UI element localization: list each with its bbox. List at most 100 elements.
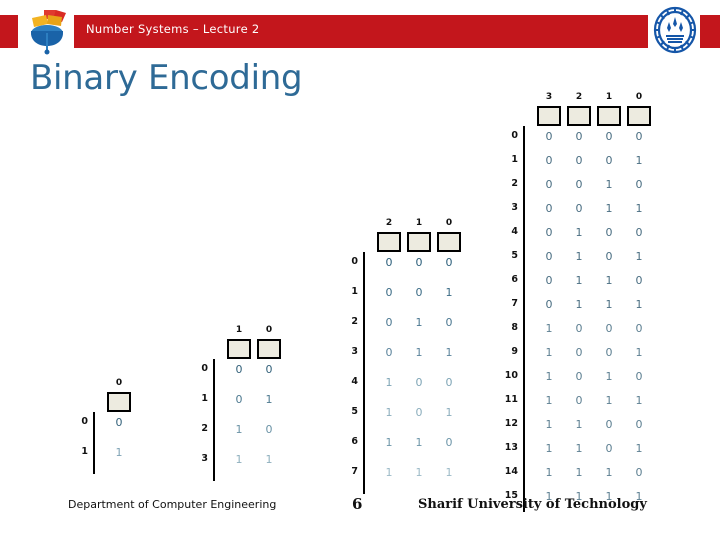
bit-position-label: 2 [575, 92, 583, 102]
bit-value: 1 [575, 418, 583, 431]
bit-value: 0 [575, 130, 583, 143]
bit-position-label: 0 [635, 92, 643, 102]
bit-value: 1 [445, 406, 453, 419]
bit-value: 0 [385, 256, 393, 269]
bit-box[interactable] [437, 232, 461, 252]
bit-value: 0 [445, 316, 453, 329]
row-decimal-index: 1 [351, 286, 358, 297]
bit-value: 1 [115, 446, 123, 459]
bit-value: 1 [545, 370, 553, 383]
bit-value: 1 [605, 178, 613, 191]
bit-value: 1 [385, 406, 393, 419]
bit-value: 1 [545, 418, 553, 431]
bit-value: 1 [605, 298, 613, 311]
bit-value: 0 [635, 226, 643, 239]
bit-value: 0 [545, 202, 553, 215]
bit-value: 0 [445, 376, 453, 389]
bit-value: 1 [635, 442, 643, 455]
row-decimal-index: 6 [511, 274, 518, 285]
bit-value: 0 [445, 436, 453, 449]
bit-value: 1 [265, 453, 273, 466]
bit-position-label: 0 [115, 378, 123, 388]
bit-value: 1 [545, 466, 553, 479]
bit-value: 1 [445, 286, 453, 299]
row-decimal-index: 2 [201, 423, 208, 434]
bit-value: 0 [635, 466, 643, 479]
bit-value: 1 [545, 394, 553, 407]
bit-box[interactable] [567, 106, 591, 126]
bit-value: 1 [575, 298, 583, 311]
bit-value: 1 [635, 250, 643, 263]
bit-value: 1 [575, 250, 583, 263]
bit-value: 1 [575, 442, 583, 455]
bit-value: 1 [385, 376, 393, 389]
bit-value: 1 [635, 202, 643, 215]
bit-box[interactable] [257, 339, 281, 359]
bit-box[interactable] [227, 339, 251, 359]
bit-value: 0 [545, 154, 553, 167]
graduation-cap-logo-icon [22, 6, 72, 56]
bit-value: 0 [575, 154, 583, 167]
bit-value: 1 [605, 370, 613, 383]
bit-value: 1 [235, 423, 243, 436]
row-decimal-index: 14 [504, 466, 518, 477]
row-decimal-index: 5 [511, 250, 518, 261]
bit-box[interactable] [627, 106, 651, 126]
bit-value: 0 [635, 178, 643, 191]
page-title: Binary Encoding [30, 58, 303, 98]
index-separator-line [213, 359, 215, 481]
row-decimal-index: 7 [351, 466, 358, 477]
index-separator-line [523, 126, 525, 512]
footer-page-number: 6 [352, 495, 363, 513]
row-decimal-index: 9 [511, 346, 518, 357]
row-decimal-index: 3 [201, 453, 208, 464]
bit-value: 0 [265, 423, 273, 436]
bit-value: 0 [385, 316, 393, 329]
index-separator-line [93, 412, 95, 474]
row-decimal-index: 12 [504, 418, 518, 429]
bit-value: 1 [605, 274, 613, 287]
bit-value: 1 [605, 394, 613, 407]
bit-value: 0 [545, 298, 553, 311]
bit-box[interactable] [377, 232, 401, 252]
bit-value: 0 [575, 346, 583, 359]
bit-value: 0 [235, 393, 243, 406]
bit-value: 1 [635, 346, 643, 359]
bit-box[interactable] [537, 106, 561, 126]
row-decimal-index: 13 [504, 442, 518, 453]
bit-value: 1 [575, 274, 583, 287]
bit-value: 0 [545, 130, 553, 143]
bit-value: 1 [545, 322, 553, 335]
bit-value: 1 [415, 316, 423, 329]
bit-value: 0 [415, 286, 423, 299]
bit-value: 0 [415, 376, 423, 389]
bit-value: 1 [415, 436, 423, 449]
bit-value: 1 [575, 466, 583, 479]
bit-box[interactable] [597, 106, 621, 126]
bit-position-label: 2 [385, 218, 393, 228]
bit-value: 0 [635, 370, 643, 383]
bit-value: 0 [605, 346, 613, 359]
index-separator-line [363, 252, 365, 494]
row-decimal-index: 8 [511, 322, 518, 333]
bit-value: 0 [545, 178, 553, 191]
bit-value: 0 [545, 274, 553, 287]
bit-value: 0 [545, 250, 553, 263]
bit-position-label: 3 [545, 92, 553, 102]
bit-value: 0 [575, 322, 583, 335]
row-decimal-index: 4 [351, 376, 358, 387]
bit-box[interactable] [407, 232, 431, 252]
sharif-university-emblem-icon [652, 6, 698, 54]
bit-value: 0 [115, 416, 123, 429]
bit-value: 1 [605, 202, 613, 215]
row-decimal-index: 1 [511, 154, 518, 165]
row-decimal-index: 11 [504, 394, 518, 405]
row-decimal-index: 5 [351, 406, 358, 417]
bit-position-label: 1 [235, 325, 243, 335]
row-decimal-index: 0 [511, 130, 518, 141]
bit-value: 1 [415, 346, 423, 359]
bit-value: 0 [235, 363, 243, 376]
bit-value: 1 [265, 393, 273, 406]
bit-box[interactable] [107, 392, 131, 412]
bit-value: 0 [445, 256, 453, 269]
